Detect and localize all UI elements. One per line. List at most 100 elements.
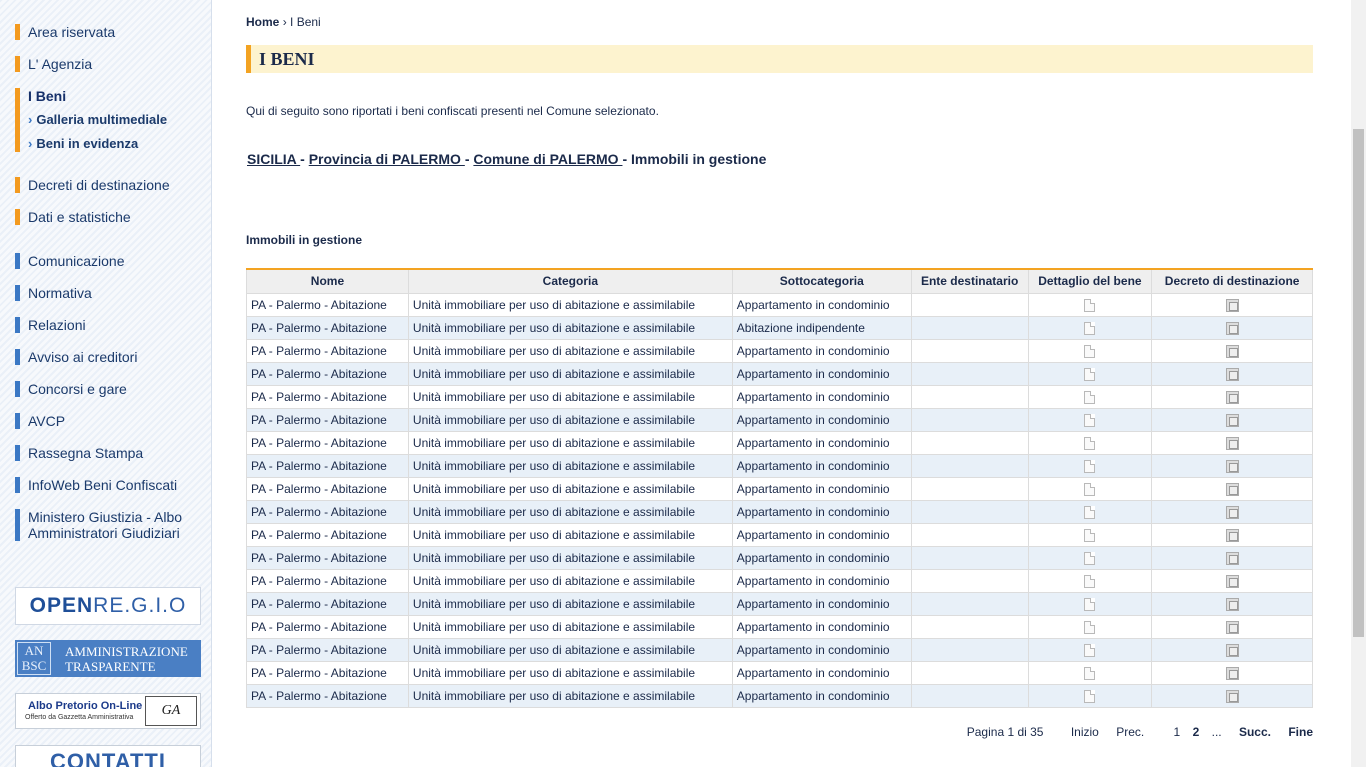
document-icon[interactable] bbox=[1084, 505, 1096, 519]
image-icon[interactable] bbox=[1225, 666, 1239, 680]
cell-ente-destinatario bbox=[910, 568, 1029, 593]
nav-dati-statistiche[interactable]: Dati e statistiche bbox=[15, 209, 205, 225]
amministrazione-trasparente-banner[interactable]: AN BSC AMMINISTRAZIONE TRASPARENTE bbox=[15, 640, 201, 677]
document-icon[interactable] bbox=[1084, 459, 1096, 473]
cell-ente-destinatario bbox=[910, 522, 1029, 547]
document-icon[interactable] bbox=[1084, 620, 1096, 634]
nav-beni-in-evidenza[interactable]: › Beni in evidenza bbox=[28, 136, 205, 152]
image-icon[interactable] bbox=[1225, 344, 1239, 358]
cell-nome: PA - Palermo - Abitazione bbox=[246, 614, 409, 639]
nav-normativa[interactable]: Normativa bbox=[15, 285, 205, 301]
image-icon[interactable] bbox=[1225, 643, 1239, 657]
nav-beni-evidenza-label[interactable]: Beni in evidenza bbox=[36, 136, 138, 151]
document-icon[interactable] bbox=[1084, 321, 1096, 335]
cell-sottocategoria: Appartamento in condominio bbox=[731, 614, 912, 639]
image-icon[interactable] bbox=[1225, 551, 1239, 565]
document-icon[interactable] bbox=[1084, 413, 1096, 427]
cell-ente-destinatario bbox=[910, 476, 1029, 501]
link-sicilia[interactable]: SICILIA bbox=[247, 151, 300, 167]
pager-last[interactable]: Fine bbox=[1288, 725, 1313, 739]
cell-ente-destinatario bbox=[910, 545, 1029, 570]
cell-ente-destinatario bbox=[910, 683, 1029, 708]
cell-ente-destinatario bbox=[910, 361, 1029, 386]
cell-decreto-destinazione bbox=[1151, 637, 1313, 662]
pager-next[interactable]: Succ. bbox=[1239, 725, 1271, 739]
albo-pretorio-banner[interactable]: Albo Pretorio On-Line Offerto da Gazzett… bbox=[15, 693, 201, 729]
document-icon[interactable] bbox=[1084, 367, 1096, 381]
openregio-banner[interactable]: OPENRE.G.I.O bbox=[15, 587, 201, 625]
contatti-banner[interactable]: CONTATTI bbox=[15, 745, 201, 767]
document-icon[interactable] bbox=[1084, 666, 1096, 680]
nav-relazioni[interactable]: Relazioni bbox=[15, 317, 205, 333]
cell-dettaglio-bene bbox=[1027, 453, 1153, 478]
image-icon[interactable] bbox=[1225, 367, 1239, 381]
nav-agenzia[interactable]: L' Agenzia bbox=[15, 56, 205, 72]
pager-prev[interactable]: Prec. bbox=[1116, 725, 1144, 739]
nav-infoweb[interactable]: InfoWeb Beni Confiscati bbox=[15, 477, 205, 493]
pager-page-2[interactable]: 2 bbox=[1193, 725, 1200, 739]
cell-categoria: Unità immobiliare per uso di abitazione … bbox=[407, 683, 733, 708]
nav-comunicazione[interactable]: Comunicazione bbox=[15, 253, 205, 269]
document-icon[interactable] bbox=[1084, 528, 1096, 542]
nav-concorsi-gare[interactable]: Concorsi e gare bbox=[15, 381, 205, 397]
document-icon[interactable] bbox=[1084, 298, 1096, 312]
image-icon[interactable] bbox=[1225, 482, 1239, 496]
image-icon[interactable] bbox=[1225, 620, 1239, 634]
link-provincia-palermo[interactable]: Provincia di PALERMO bbox=[309, 151, 465, 167]
nav-avcp[interactable]: AVCP bbox=[15, 413, 205, 429]
document-icon[interactable] bbox=[1084, 597, 1096, 611]
image-icon[interactable] bbox=[1225, 413, 1239, 427]
document-icon[interactable] bbox=[1084, 436, 1096, 450]
pager-page-1[interactable]: 1 bbox=[1174, 725, 1181, 739]
header-sottocategoria: Sottocategoria bbox=[731, 268, 912, 294]
table-row: PA - Palermo - Abitazione Unità immobilia… bbox=[246, 614, 1313, 639]
image-icon[interactable] bbox=[1225, 459, 1239, 473]
cell-dettaglio-bene bbox=[1027, 292, 1153, 317]
nav-rassegna-stampa[interactable]: Rassegna Stampa bbox=[15, 445, 205, 461]
document-icon[interactable] bbox=[1084, 390, 1096, 404]
chevron-right-icon: › bbox=[28, 112, 33, 127]
pager-first[interactable]: Inizio bbox=[1071, 725, 1099, 739]
nav-i-beni[interactable]: I Beni › Galleria multimediale › Beni in e… bbox=[15, 88, 205, 152]
image-icon[interactable] bbox=[1225, 298, 1239, 312]
cell-decreto-destinazione bbox=[1151, 361, 1313, 386]
document-icon[interactable] bbox=[1084, 482, 1096, 496]
scrollbar[interactable] bbox=[1351, 0, 1366, 767]
nav-i-beni-label[interactable]: I Beni bbox=[28, 88, 66, 104]
nav-ministero-giustizia[interactable]: Ministero Giustizia - Albo Amministrator… bbox=[15, 509, 205, 541]
cell-ente-destinatario bbox=[910, 660, 1029, 685]
cell-ente-destinatario bbox=[910, 384, 1029, 409]
chevron-right-icon: › bbox=[28, 136, 33, 151]
image-icon[interactable] bbox=[1225, 321, 1239, 335]
image-icon[interactable] bbox=[1225, 528, 1239, 542]
pagination: Pagina 1 di 35 Inizio Prec. 1 2 ... Succ… bbox=[967, 725, 1313, 739]
cell-sottocategoria: Appartamento in condominio bbox=[731, 522, 912, 547]
table-row: PA - Palermo - Abitazione Unità immobilia… bbox=[246, 637, 1313, 662]
nav-area-riservata[interactable]: Area riservata bbox=[15, 24, 205, 40]
image-icon[interactable] bbox=[1225, 436, 1239, 450]
document-icon[interactable] bbox=[1084, 551, 1096, 565]
document-icon[interactable] bbox=[1084, 344, 1096, 358]
nav-avviso-creditori[interactable]: Avviso ai creditori bbox=[15, 349, 205, 365]
scrollbar-thumb[interactable] bbox=[1353, 129, 1364, 637]
cell-ente-destinatario bbox=[910, 637, 1029, 662]
pager-info: Pagina 1 di 35 bbox=[966, 725, 1044, 739]
link-comune-palermo[interactable]: Comune di PALERMO bbox=[473, 151, 622, 167]
nav-galleria-multimediale[interactable]: › Galleria multimediale bbox=[28, 112, 205, 128]
breadcrumb-home[interactable]: Home bbox=[246, 15, 279, 29]
nav-galleria-label[interactable]: Galleria multimediale bbox=[36, 112, 167, 127]
document-icon[interactable] bbox=[1084, 689, 1096, 703]
document-icon[interactable] bbox=[1084, 643, 1096, 657]
image-icon[interactable] bbox=[1225, 689, 1239, 703]
cell-dettaglio-bene bbox=[1027, 660, 1153, 685]
image-icon[interactable] bbox=[1225, 390, 1239, 404]
cell-decreto-destinazione bbox=[1151, 499, 1313, 524]
image-icon[interactable] bbox=[1225, 597, 1239, 611]
document-icon[interactable] bbox=[1084, 574, 1096, 588]
image-icon[interactable] bbox=[1225, 574, 1239, 588]
cell-dettaglio-bene bbox=[1027, 522, 1153, 547]
cell-ente-destinatario bbox=[910, 453, 1029, 478]
breadcrumb-current: I Beni bbox=[290, 15, 321, 29]
nav-decreti-destinazione[interactable]: Decreti di destinazione bbox=[15, 177, 205, 193]
image-icon[interactable] bbox=[1225, 505, 1239, 519]
